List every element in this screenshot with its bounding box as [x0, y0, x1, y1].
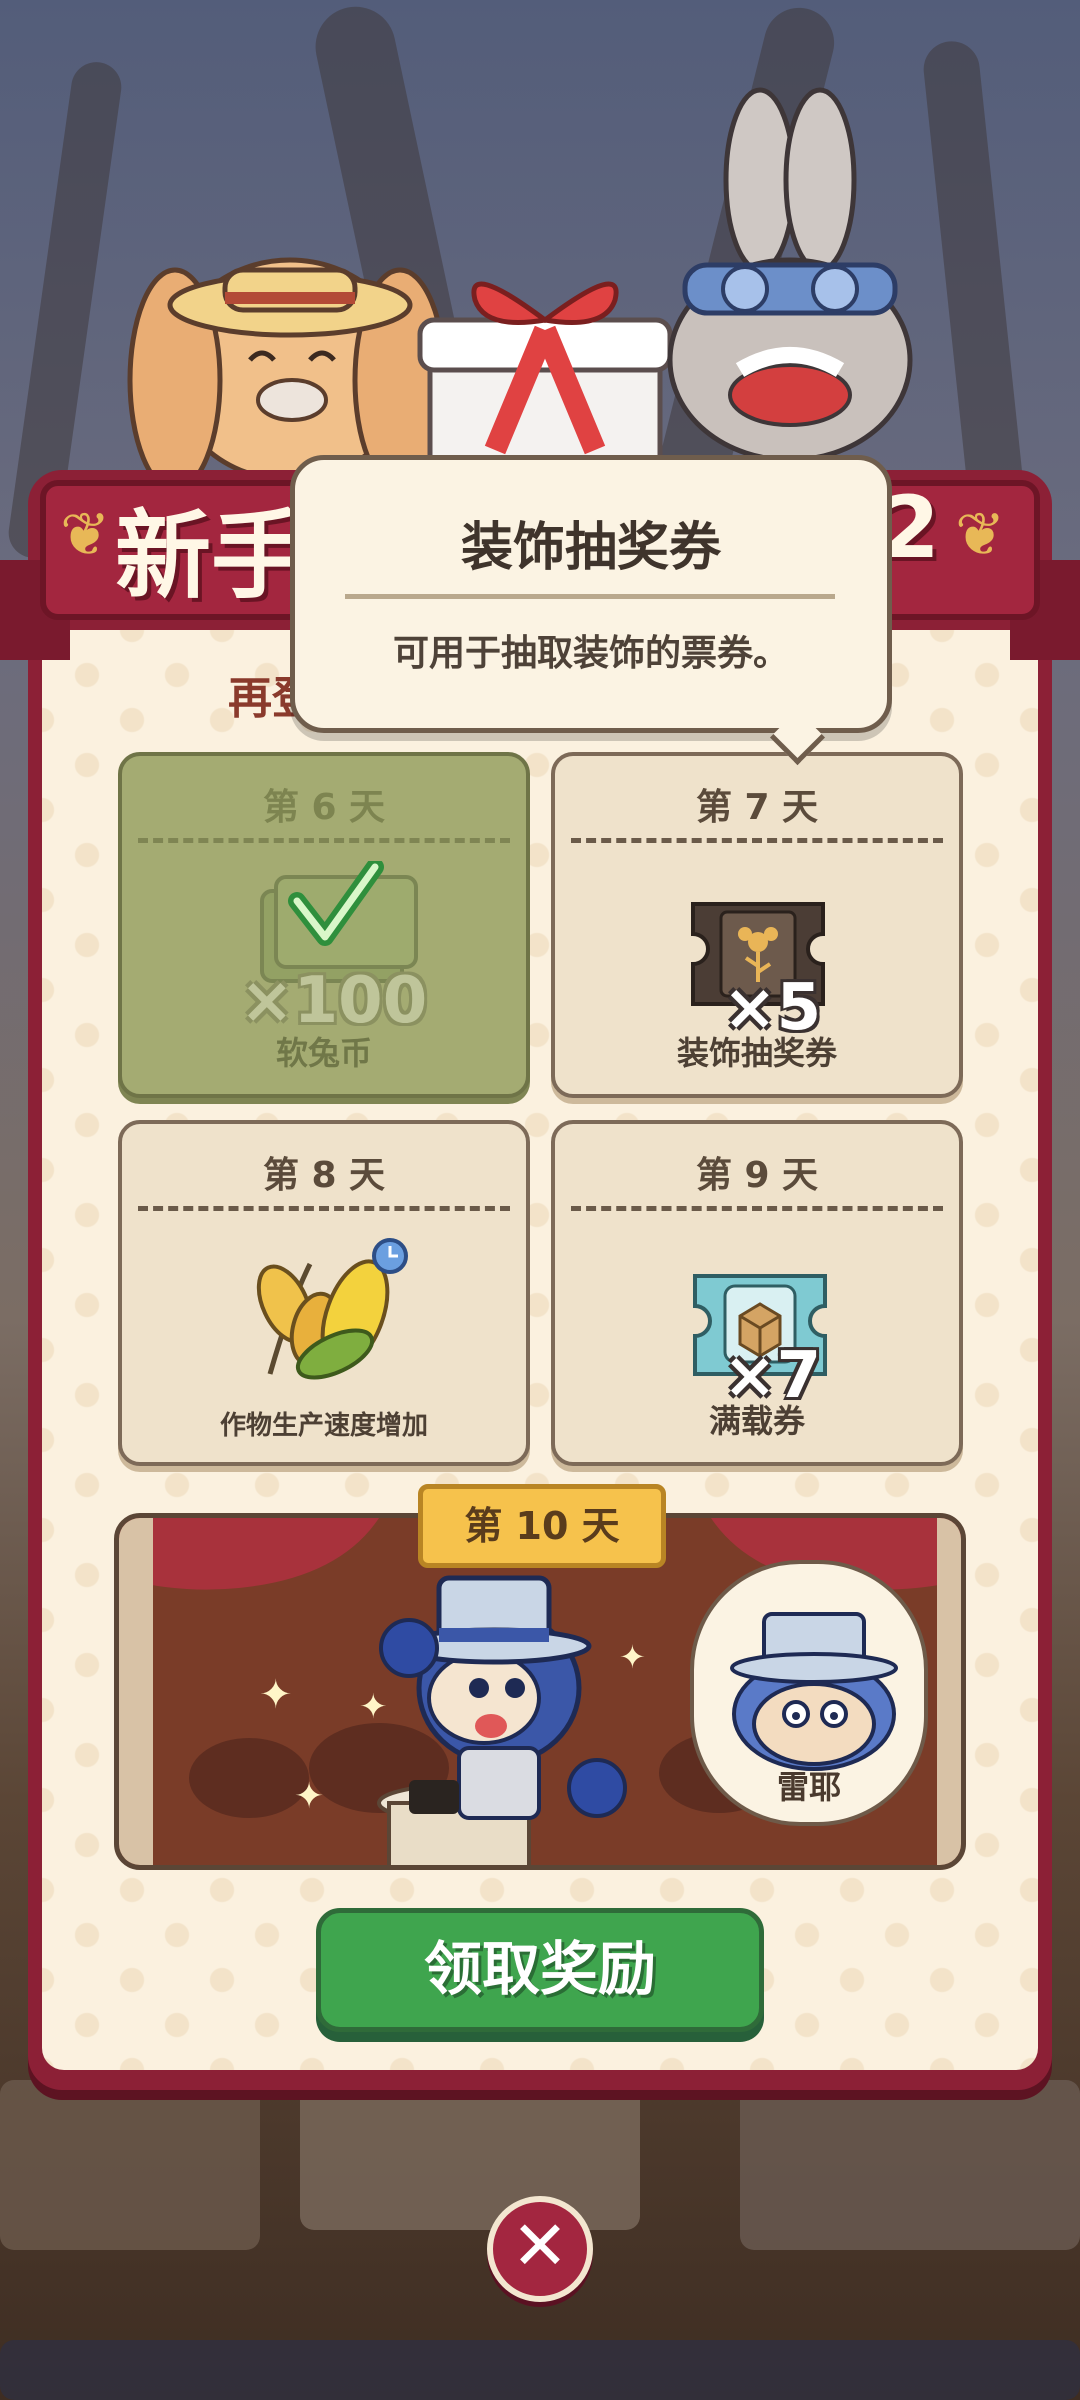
day-label: 第 6 天 [262, 787, 386, 828]
tooltip-title: 装饰抽奖券 [460, 518, 721, 578]
banner-title: 新手 [115, 500, 307, 612]
day-label: 第 7 天 [695, 787, 819, 828]
svg-text:✦: ✦ [359, 1687, 388, 1727]
reward-card-day6[interactable]: 第 6 天 ×100 软兔币 [118, 752, 530, 1098]
reward-quantity: ×100 [240, 964, 428, 1038]
laurel-left-icon: ❦ [60, 500, 111, 570]
day-label: 第 9 天 [695, 1155, 819, 1196]
tooltip-description: 可用于抽取装饰的票券。 [392, 633, 789, 674]
card-divider [571, 1206, 943, 1211]
laurel-right-icon: ❦ [955, 500, 1006, 570]
card-divider [571, 838, 943, 843]
card-divider [138, 838, 510, 843]
reward-card-day8[interactable]: 第 8 天 作物生产速度增加 [118, 1120, 530, 1466]
reward-name: 装饰抽奖券 [676, 1034, 837, 1072]
character-portrait [730, 1612, 898, 1771]
reward-card-day7[interactable]: 第 7 天 ×5 装饰抽奖券 [551, 752, 963, 1098]
svg-text:✦: ✦ [619, 1638, 646, 1676]
claim-reward-button[interactable]: 领取奖励 [316, 1908, 764, 2032]
tooltip-divider [345, 594, 835, 599]
close-button[interactable]: ✕ [487, 2196, 593, 2302]
svg-text:✦: ✦ [294, 1776, 324, 1817]
reward-card-day9[interactable]: 第 9 天 ×7 满载券 [551, 1120, 963, 1466]
day10-tag: 第 10 天 [418, 1484, 666, 1568]
reward-name: 软兔币 [275, 1034, 372, 1072]
crop-speed-icon [256, 1238, 408, 1380]
svg-text:✦: ✦ [259, 1672, 293, 1718]
card-divider [138, 1206, 510, 1211]
reward-name: 满载券 [708, 1402, 805, 1440]
reward-name: 作物生产速度增加 [219, 1411, 428, 1441]
day-label: 第 8 天 [262, 1155, 386, 1196]
character-name: 雷耶 [776, 1768, 841, 1806]
